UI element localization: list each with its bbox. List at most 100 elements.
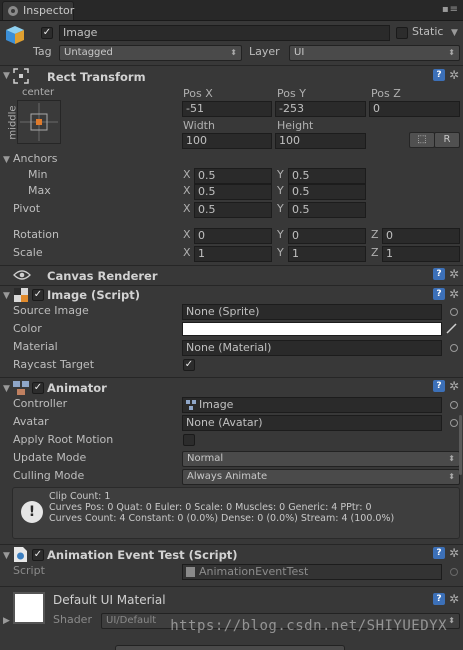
active-checkbox[interactable]: ✓ bbox=[41, 27, 53, 39]
color-swatch[interactable] bbox=[182, 322, 442, 336]
material-field[interactable]: None (Material) bbox=[182, 340, 442, 356]
static-label: Static bbox=[412, 25, 444, 38]
script-file-icon bbox=[186, 567, 195, 577]
gear-icon[interactable]: ✲ bbox=[449, 268, 459, 280]
tab-menu-icon[interactable]: ▪≡ bbox=[442, 4, 459, 15]
anchor-max-x-input[interactable]: 0.5 bbox=[194, 184, 272, 200]
pivot-x-input[interactable]: 0.5 bbox=[194, 202, 272, 218]
color-label: Color bbox=[13, 322, 42, 335]
rotation-z-input[interactable]: 0 bbox=[382, 228, 460, 244]
object-picker-icon[interactable] bbox=[450, 308, 458, 316]
layer-value: UI bbox=[294, 47, 305, 58]
help-icon[interactable]: ? bbox=[433, 593, 445, 605]
source-image-label: Source Image bbox=[13, 304, 89, 317]
scrollbar[interactable] bbox=[459, 415, 462, 475]
width-input[interactable]: 100 bbox=[182, 133, 272, 149]
axis-x-label: X bbox=[183, 184, 191, 197]
warning-icon: ! bbox=[21, 501, 43, 523]
axis-y-label: Y bbox=[277, 246, 284, 259]
separator bbox=[0, 65, 463, 66]
animator-enabled-checkbox[interactable]: ✓ bbox=[32, 382, 44, 394]
help-icon[interactable]: ? bbox=[433, 380, 445, 392]
update-mode-label: Update Mode bbox=[13, 451, 87, 464]
gear-icon[interactable]: ✲ bbox=[449, 380, 459, 392]
image-component-icon bbox=[14, 288, 28, 302]
separator bbox=[0, 265, 463, 266]
raw-edit-button[interactable]: R bbox=[434, 132, 460, 148]
scale-y-input[interactable]: 1 bbox=[288, 246, 366, 262]
watermark-text: https://blog.csdn.net/SHIYUEDYX bbox=[170, 618, 447, 634]
eyedropper-icon[interactable] bbox=[446, 322, 458, 334]
object-picker-icon bbox=[450, 568, 458, 576]
static-checkbox[interactable] bbox=[396, 27, 408, 39]
source-image-field[interactable]: None (Sprite) bbox=[182, 304, 442, 320]
tab-bar: Inspector ▪≡ bbox=[0, 0, 463, 21]
gear-icon[interactable]: ✲ bbox=[449, 69, 459, 81]
object-picker-icon[interactable] bbox=[450, 344, 458, 352]
help-icon[interactable]: ? bbox=[433, 288, 445, 300]
tag-dropdown[interactable]: Untagged ⬍ bbox=[59, 45, 242, 61]
gear-icon[interactable]: ✲ bbox=[449, 288, 459, 300]
pos-y-header: Pos Y bbox=[277, 87, 306, 100]
gear-icon[interactable]: ✲ bbox=[449, 547, 459, 559]
image-enabled-checkbox[interactable]: ✓ bbox=[32, 289, 44, 301]
object-picker-icon[interactable] bbox=[450, 401, 458, 409]
anchor-max-label: Max bbox=[28, 184, 51, 197]
width-header: Width bbox=[183, 119, 215, 132]
anchor-horizontal-label: center bbox=[22, 87, 55, 98]
culling-mode-dropdown[interactable]: Always Animate ⬍ bbox=[182, 469, 460, 485]
update-mode-dropdown[interactable]: Normal ⬍ bbox=[182, 451, 460, 467]
animator-info-box: ! Clip Count: 1 Curves Pos: 0 Quat: 0 Eu… bbox=[12, 487, 460, 539]
rect-fold-icon[interactable]: ▼ bbox=[3, 71, 10, 81]
rotation-label: Rotation bbox=[13, 228, 60, 241]
event-test-enabled-checkbox[interactable]: ✓ bbox=[32, 549, 44, 561]
animator-title: Animator bbox=[47, 381, 107, 395]
scale-z-input[interactable]: 1 bbox=[382, 246, 460, 262]
object-name-input[interactable]: Image bbox=[59, 25, 390, 41]
pos-y-input[interactable]: -253 bbox=[275, 101, 366, 117]
animator-fold-icon[interactable]: ▼ bbox=[3, 384, 10, 394]
object-picker-icon[interactable] bbox=[450, 419, 458, 427]
image-fold-icon[interactable]: ▼ bbox=[3, 291, 10, 301]
axis-z-label: Z bbox=[371, 246, 379, 259]
pivot-y-input[interactable]: 0.5 bbox=[288, 202, 366, 218]
tag-value: Untagged bbox=[64, 47, 113, 58]
static-dropdown-icon[interactable]: ▼ bbox=[451, 28, 458, 38]
pos-z-input[interactable]: 0 bbox=[369, 101, 460, 117]
anchors-fold-icon[interactable]: ▼ bbox=[3, 155, 10, 165]
add-component-bar[interactable] bbox=[115, 645, 345, 650]
height-input[interactable]: 100 bbox=[275, 133, 366, 149]
canvas-renderer-title: Canvas Renderer bbox=[47, 269, 158, 283]
controller-field[interactable]: Image bbox=[182, 397, 442, 413]
rotation-x-input[interactable]: 0 bbox=[194, 228, 272, 244]
material-fold-icon[interactable]: ▶ bbox=[3, 616, 10, 626]
animator-icon bbox=[13, 381, 29, 395]
anchor-preset-button[interactable] bbox=[17, 100, 61, 144]
anchor-max-y-input[interactable]: 0.5 bbox=[288, 184, 366, 200]
avatar-field[interactable]: None (Avatar) bbox=[182, 415, 442, 431]
axis-y-label: Y bbox=[277, 184, 284, 197]
anchor-min-x-input[interactable]: 0.5 bbox=[194, 168, 272, 184]
axis-x-label: X bbox=[183, 168, 191, 181]
help-icon[interactable]: ? bbox=[433, 268, 445, 280]
event-test-fold-icon[interactable]: ▼ bbox=[3, 551, 10, 561]
tab-inspector[interactable]: Inspector bbox=[2, 1, 74, 20]
scale-label: Scale bbox=[13, 246, 43, 259]
separator bbox=[0, 285, 463, 286]
update-mode-value: Normal bbox=[187, 453, 224, 464]
scale-x-input[interactable]: 1 bbox=[194, 246, 272, 262]
dropdown-arrow-icon: ⬍ bbox=[448, 616, 455, 625]
pos-x-input[interactable]: -51 bbox=[182, 101, 272, 117]
anchor-min-y-input[interactable]: 0.5 bbox=[288, 168, 366, 184]
raycast-target-checkbox[interactable]: ✓ bbox=[183, 359, 195, 371]
help-icon[interactable]: ? bbox=[433, 547, 445, 559]
avatar-label: Avatar bbox=[13, 415, 49, 428]
dropdown-arrow-icon: ⬍ bbox=[448, 48, 455, 57]
shader-value: UI/Default bbox=[106, 615, 157, 626]
rotation-y-input[interactable]: 0 bbox=[288, 228, 366, 244]
gear-icon[interactable]: ✲ bbox=[449, 593, 459, 605]
apply-root-motion-checkbox[interactable] bbox=[183, 434, 195, 446]
layer-dropdown[interactable]: UI ⬍ bbox=[289, 45, 460, 61]
blueprint-mode-button[interactable]: ⬚ bbox=[409, 132, 435, 148]
help-icon[interactable]: ? bbox=[433, 69, 445, 81]
